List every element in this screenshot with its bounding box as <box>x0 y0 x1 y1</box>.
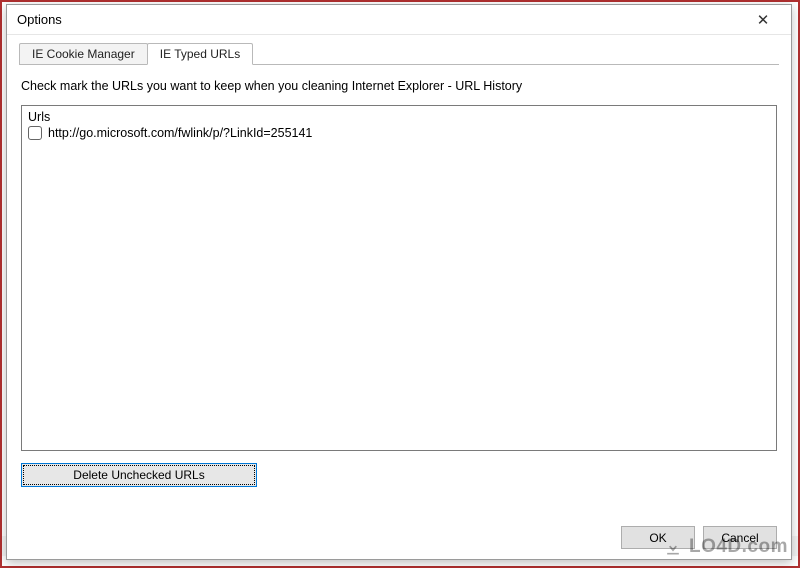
options-dialog: Options ✕ IE Cookie Manager IE Typed URL… <box>6 4 792 560</box>
ok-button[interactable]: OK <box>621 526 695 549</box>
instruction-text: Check mark the URLs you want to keep whe… <box>21 79 779 93</box>
list-item[interactable]: http://go.microsoft.com/fwlink/p/?LinkId… <box>28 126 770 140</box>
close-button[interactable]: ✕ <box>741 7 785 33</box>
url-text: http://go.microsoft.com/fwlink/p/?LinkId… <box>48 126 312 140</box>
url-header: Urls <box>28 110 770 124</box>
dialog-body: IE Cookie Manager IE Typed URLs Check ma… <box>7 35 791 559</box>
delete-button-row: Delete Unchecked URLs <box>21 463 777 487</box>
tab-ie-typed-urls[interactable]: IE Typed URLs <box>147 43 253 65</box>
delete-unchecked-urls-button[interactable]: Delete Unchecked URLs <box>21 463 257 487</box>
url-listbox[interactable]: Urls http://go.microsoft.com/fwlink/p/?L… <box>21 105 777 451</box>
dialog-title: Options <box>17 12 741 27</box>
tab-ie-cookie-manager[interactable]: IE Cookie Manager <box>19 43 148 65</box>
titlebar: Options ✕ <box>7 5 791 35</box>
cancel-button[interactable]: Cancel <box>703 526 777 549</box>
url-checkbox[interactable] <box>28 126 42 140</box>
dialog-button-bar: OK Cancel <box>621 526 777 549</box>
tabstrip: IE Cookie Manager IE Typed URLs <box>19 41 779 65</box>
close-icon: ✕ <box>757 11 770 29</box>
tabpanel-ie-typed-urls: Check mark the URLs you want to keep whe… <box>19 64 779 512</box>
